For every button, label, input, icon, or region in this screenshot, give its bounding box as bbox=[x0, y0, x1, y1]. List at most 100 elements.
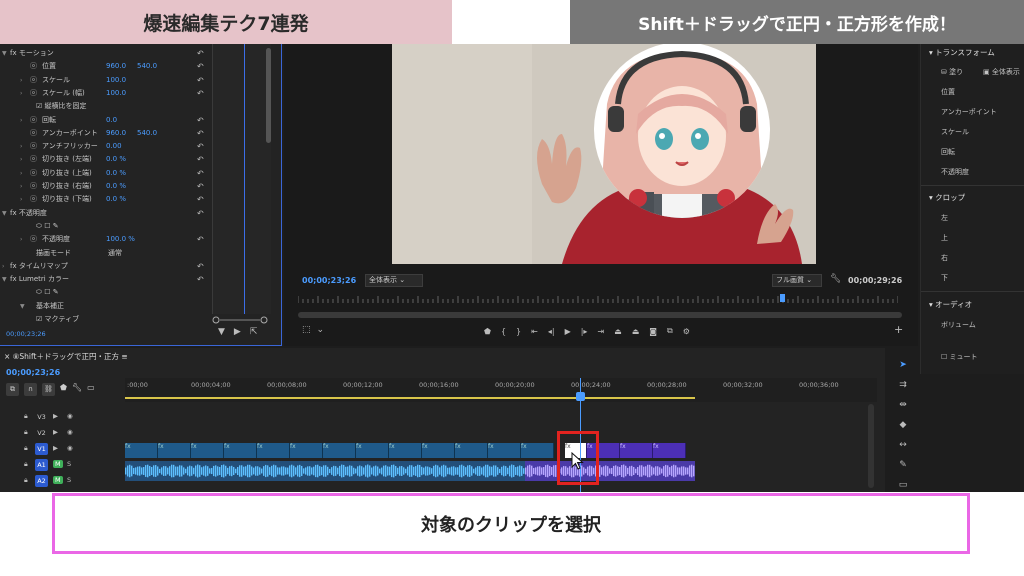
effect-property-row[interactable]: 描画モード 通常 bbox=[0, 247, 212, 260]
chevron-right-icon[interactable]: › bbox=[20, 87, 22, 100]
mark-out-icon[interactable]: } bbox=[516, 327, 521, 336]
captions-icon[interactable]: ▭ bbox=[87, 383, 95, 396]
effect-property-row[interactable]: ▼ 基本補正 bbox=[0, 300, 212, 313]
settings-icon[interactable]: ⚙ bbox=[683, 327, 690, 336]
effect-property-row[interactable]: › ⓞ 回転 0.0 ↶ bbox=[0, 114, 212, 127]
monitor-time-ruler[interactable] bbox=[298, 294, 898, 304]
effect-value[interactable]: 960.0 bbox=[106, 127, 126, 140]
step-back-icon[interactable]: ◂| bbox=[548, 327, 555, 336]
effect-scrollbar[interactable] bbox=[266, 48, 271, 143]
wrench-icon[interactable]: 🔧︎ bbox=[72, 383, 82, 396]
video-clip[interactable]: fx bbox=[224, 443, 257, 458]
effect-property-row[interactable]: ▼ fx Lumetri カラー ↶ bbox=[0, 273, 212, 286]
reset-icon[interactable]: ↶ bbox=[197, 47, 204, 60]
video-clip[interactable]: fx bbox=[488, 443, 521, 458]
video-clip[interactable]: fx bbox=[653, 443, 686, 458]
solo-icon[interactable]: S bbox=[67, 476, 71, 484]
effect-value[interactable]: 0.0 % bbox=[106, 153, 126, 166]
sync-lock-icon[interactable]: ▶ bbox=[53, 428, 58, 436]
reset-icon[interactable]: ↶ bbox=[197, 273, 204, 286]
stopwatch-icon[interactable]: ⓞ bbox=[30, 140, 37, 153]
slip-tool-icon[interactable]: ↔ bbox=[895, 438, 911, 452]
effect-property-row[interactable]: › ⓞ アンチフリッカー 0.00 ↶ bbox=[0, 140, 212, 153]
effect-value[interactable]: 0.0 % bbox=[106, 180, 126, 193]
effect-value[interactable]: 540.0 bbox=[137, 127, 157, 140]
effect-property-row[interactable]: ⬭ ☐ ✎ bbox=[0, 286, 212, 299]
marker-icon[interactable]: ⬟ bbox=[484, 327, 491, 336]
chevron-right-icon[interactable]: › bbox=[20, 153, 22, 166]
timeline-timecode[interactable]: 00;00;23;26 bbox=[6, 368, 60, 377]
chevron-down-icon[interactable]: ⌄ bbox=[317, 325, 331, 335]
section-crop[interactable]: ▾ クロップ bbox=[929, 192, 965, 203]
lock-icon[interactable]: 🔒︎ bbox=[24, 460, 28, 469]
effect-property-row[interactable]: › ⓞ 切り抜き (右端) 0.0 % ↶ bbox=[0, 180, 212, 193]
effect-property-row[interactable]: ☑ 縦横比を固定 bbox=[0, 100, 212, 113]
effect-value[interactable]: 0.0 % bbox=[106, 193, 126, 206]
stopwatch-icon[interactable]: ⓞ bbox=[30, 60, 37, 73]
effect-property-row[interactable]: › ⓞ 切り抜き (下端) 0.0 % ↶ bbox=[0, 193, 212, 206]
chevron-right-icon[interactable]: › bbox=[20, 114, 22, 127]
video-clip[interactable]: fx bbox=[455, 443, 488, 458]
reset-icon[interactable]: ↶ bbox=[197, 193, 204, 206]
reset-icon[interactable]: ↶ bbox=[197, 167, 204, 180]
track-header-v1[interactable]: 🔒︎ V1 ▶ ◉ bbox=[0, 442, 125, 458]
filter-icon[interactable]: ▼ bbox=[218, 327, 234, 337]
video-clip[interactable]: fx bbox=[125, 443, 158, 458]
chevron-right-icon[interactable]: › bbox=[20, 233, 22, 246]
effect-property-row[interactable]: ⬭ ☐ ✎ bbox=[0, 220, 212, 233]
solo-icon[interactable]: S bbox=[67, 460, 71, 468]
linked-selection-icon[interactable]: ⛓ bbox=[42, 383, 55, 396]
fullscreen-toggle[interactable]: ▣ 全体表示 bbox=[983, 67, 1020, 77]
track-name[interactable]: V3 bbox=[35, 411, 48, 423]
ripple-edit-tool-icon[interactable]: ⇹ bbox=[895, 398, 911, 412]
reset-icon[interactable]: ↶ bbox=[197, 153, 204, 166]
work-area-bar[interactable] bbox=[125, 397, 695, 399]
timeline-playhead[interactable] bbox=[576, 392, 585, 401]
track-area[interactable]: fx fx fx fx fx fx fx fx fx fx fx fx fx f… bbox=[125, 410, 877, 492]
stopwatch-icon[interactable]: ⓞ bbox=[30, 87, 37, 100]
effect-value[interactable]: 960.0 bbox=[106, 60, 126, 73]
effect-property-row[interactable]: › ⓞ 切り抜き (上端) 0.0 % ↶ bbox=[0, 167, 212, 180]
safe-margins-icon[interactable]: ⬚ bbox=[302, 325, 317, 335]
video-clip[interactable]: fx bbox=[158, 443, 191, 458]
effect-property-row[interactable]: › ⓞ スケール 100.0 ↶ bbox=[0, 74, 212, 87]
chevron-right-icon[interactable]: › bbox=[20, 180, 22, 193]
step-forward-icon[interactable]: |▸ bbox=[581, 327, 588, 336]
sync-lock-icon[interactable]: ▶ bbox=[53, 412, 58, 420]
camera-icon[interactable]: ◙ bbox=[649, 327, 657, 336]
lock-icon[interactable]: 🔒︎ bbox=[24, 476, 28, 485]
marker-icon[interactable]: ⬟ bbox=[60, 383, 67, 396]
video-clip[interactable]: fx bbox=[356, 443, 389, 458]
chevron-right-icon[interactable]: › bbox=[20, 167, 22, 180]
eye-icon[interactable]: ◉ bbox=[67, 444, 73, 452]
sync-lock-icon[interactable]: ▶ bbox=[53, 444, 58, 452]
stopwatch-icon[interactable]: ⓞ bbox=[30, 167, 37, 180]
effect-property-row[interactable]: › fx タイムリマップ ↶ bbox=[0, 260, 212, 273]
video-clip[interactable]: fx bbox=[422, 443, 455, 458]
chevron-right-icon[interactable]: › bbox=[20, 140, 22, 153]
mute-checkbox[interactable]: ☐ ミュート bbox=[941, 352, 978, 362]
stopwatch-icon[interactable]: ⓞ bbox=[30, 127, 37, 140]
effect-property-row[interactable]: › ⓞ 切り抜き (左端) 0.0 % ↶ bbox=[0, 153, 212, 166]
effect-zoom-slider[interactable] bbox=[212, 316, 268, 324]
fill-toggle[interactable]: ⛁ 塗り bbox=[941, 67, 963, 77]
lift-icon[interactable]: ⏏ bbox=[614, 327, 622, 336]
monitor-current-timecode[interactable]: 00;00;23;26 bbox=[302, 276, 356, 285]
timeline-ruler[interactable]: :00;00 00;00;04;00 00;00;08;00 00;00;12;00 0… bbox=[125, 378, 877, 402]
snap-icon[interactable]: ∩ bbox=[24, 383, 37, 396]
video-clip[interactable]: fx bbox=[389, 443, 422, 458]
timeline-vertical-scrollbar[interactable] bbox=[868, 404, 874, 488]
reset-icon[interactable]: ↶ bbox=[197, 87, 204, 100]
add-button-icon[interactable]: + bbox=[894, 323, 903, 336]
track-select-tool-icon[interactable]: ⇉ bbox=[895, 378, 911, 392]
lock-icon[interactable]: 🔒︎ bbox=[24, 428, 28, 437]
zoom-select[interactable]: 全体表示 ⌄ bbox=[365, 274, 423, 287]
effect-value[interactable]: 100.0 bbox=[106, 74, 126, 87]
lock-icon[interactable]: 🔒︎ bbox=[24, 444, 28, 453]
play-icon[interactable]: ▶ bbox=[565, 327, 571, 336]
mark-in-icon[interactable]: { bbox=[501, 327, 506, 336]
chevron-right-icon[interactable]: › bbox=[20, 74, 22, 87]
stopwatch-icon[interactable]: ⓞ bbox=[30, 193, 37, 206]
audio-clip[interactable] bbox=[125, 461, 525, 481]
effect-value[interactable]: 0.00 bbox=[106, 140, 122, 153]
